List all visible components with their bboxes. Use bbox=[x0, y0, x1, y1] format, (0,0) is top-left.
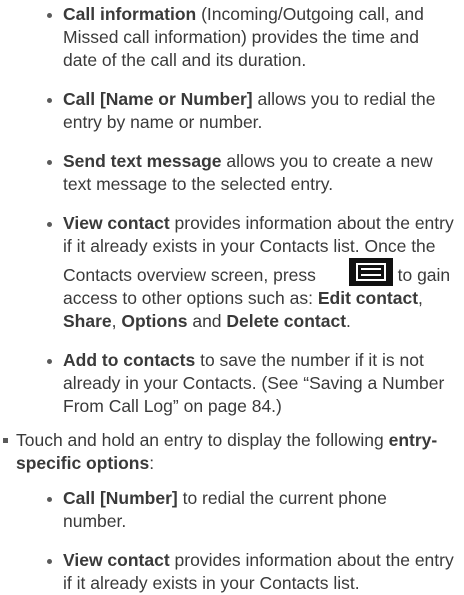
option-edit-contact: Edit contact bbox=[317, 288, 419, 308]
entry-specific-options-list: Call [Number] to redial the current phon… bbox=[0, 487, 464, 595]
term-view-contact: View contact bbox=[63, 213, 170, 233]
instruction-text: Touch and hold an entry to display the f… bbox=[16, 430, 389, 450]
term-call-number: Call [Number] bbox=[63, 488, 178, 508]
manual-page: Call information (Incoming/Outgoing call… bbox=[0, 0, 464, 593]
period: . bbox=[346, 311, 351, 331]
term-call-name-or-number: Call [Name or Number] bbox=[63, 89, 253, 109]
term-add-to-contacts: Add to contacts bbox=[63, 350, 196, 370]
list-item-add-to-contacts: Add to contacts to save the number if it… bbox=[0, 349, 464, 418]
option-delete-contact: Delete contact bbox=[226, 311, 347, 331]
term-send-text-message: Send text message bbox=[63, 151, 222, 171]
option-share: Share bbox=[63, 311, 112, 331]
menu-key-icon bbox=[348, 258, 393, 286]
separator: , bbox=[111, 311, 122, 331]
term-view-contact-2: View contact bbox=[63, 550, 170, 570]
list-item-call-number: Call [Number] to redial the current phon… bbox=[0, 487, 464, 533]
separator: , bbox=[418, 288, 423, 308]
term-call-information: Call information bbox=[63, 4, 197, 24]
option-options: Options bbox=[121, 311, 188, 331]
list-item-view-contact: View contact provides information about … bbox=[0, 212, 464, 333]
list-item-call-information: Call information (Incoming/Outgoing call… bbox=[0, 3, 464, 72]
touch-and-hold-instruction: Touch and hold an entry to display the f… bbox=[0, 429, 464, 475]
call-log-options-list: Call information (Incoming/Outgoing call… bbox=[0, 3, 464, 418]
list-item-view-contact-2: View contact provides information about … bbox=[0, 549, 464, 595]
list-item-call-name-or-number: Call [Name or Number] allows you to redi… bbox=[0, 88, 464, 134]
list-item-send-text-message: Send text message allows you to create a… bbox=[0, 150, 464, 196]
instruction-end: : bbox=[149, 453, 155, 473]
separator: and bbox=[187, 311, 227, 331]
